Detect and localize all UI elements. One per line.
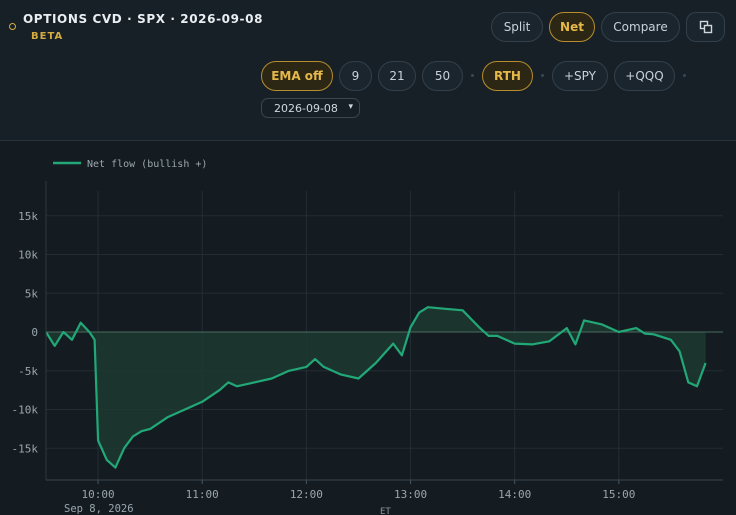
separator-dot bbox=[683, 74, 686, 77]
circle-outline-icon bbox=[9, 23, 16, 30]
cvd-chart[interactable]: Net flow (bullish +) 15k 10k 5k 0 -5k -10k -15… bbox=[0, 141, 736, 515]
legend-label: Net flow (bullish +) bbox=[87, 159, 207, 170]
y-tick-label: 10k bbox=[18, 249, 38, 262]
date-select[interactable]: 2026-09-08 ▾ bbox=[261, 98, 360, 118]
net-view-button[interactable]: Net bbox=[549, 12, 595, 42]
x-tick-label: 14:00 bbox=[498, 488, 531, 501]
y-axis: 15k 10k 5k 0 -5k -10k -15k bbox=[12, 181, 47, 480]
split-view-button[interactable]: Split bbox=[491, 12, 543, 42]
date-select-value: 2026-09-08 bbox=[274, 101, 338, 115]
page-title: OPTIONS CVD · SPX · 2026-09-08 bbox=[23, 12, 264, 26]
y-tick-label: 5k bbox=[25, 287, 39, 300]
add-spy-button[interactable]: +SPY bbox=[552, 61, 608, 91]
y-tick-label: 15k bbox=[18, 210, 38, 223]
ema-50-button[interactable]: 50 bbox=[422, 61, 463, 91]
add-qqq-button[interactable]: +QQQ bbox=[614, 61, 675, 91]
ema-9-button[interactable]: 9 bbox=[339, 61, 372, 91]
x-axis: 10:00 11:00 12:00 13:00 14:00 15:00 bbox=[46, 479, 723, 501]
y-tick-label: -15k bbox=[12, 442, 39, 455]
x-tick-label: 13:00 bbox=[394, 488, 427, 501]
ema-off-button[interactable]: EMA off bbox=[261, 61, 333, 91]
x-unit-label: ET bbox=[380, 507, 391, 515]
x-date-label: Sep 8, 2026 bbox=[64, 503, 134, 515]
rth-button[interactable]: RTH bbox=[482, 61, 533, 91]
y-tick-label: -5k bbox=[18, 365, 38, 378]
popout-button[interactable] bbox=[686, 12, 725, 42]
y-tick-label: -10k bbox=[12, 404, 39, 417]
toolbar-header: OPTIONS CVD · SPX · 2026-09-08 BETA Spli… bbox=[0, 0, 736, 141]
x-tick-label: 15:00 bbox=[602, 488, 635, 501]
separator-dot bbox=[471, 74, 474, 77]
compare-view-button[interactable]: Compare bbox=[601, 12, 680, 42]
x-tick-label: 11:00 bbox=[186, 488, 219, 501]
x-tick-label: 12:00 bbox=[290, 488, 323, 501]
y-tick-label: 0 bbox=[31, 326, 38, 339]
separator-dot bbox=[541, 74, 544, 77]
popout-icon bbox=[699, 20, 712, 34]
beta-badge: BETA bbox=[31, 31, 64, 42]
net-flow-area bbox=[46, 307, 706, 468]
x-tick-label: 10:00 bbox=[82, 488, 115, 501]
ema-21-button[interactable]: 21 bbox=[378, 61, 416, 91]
chevron-down-icon: ▾ bbox=[348, 102, 353, 112]
